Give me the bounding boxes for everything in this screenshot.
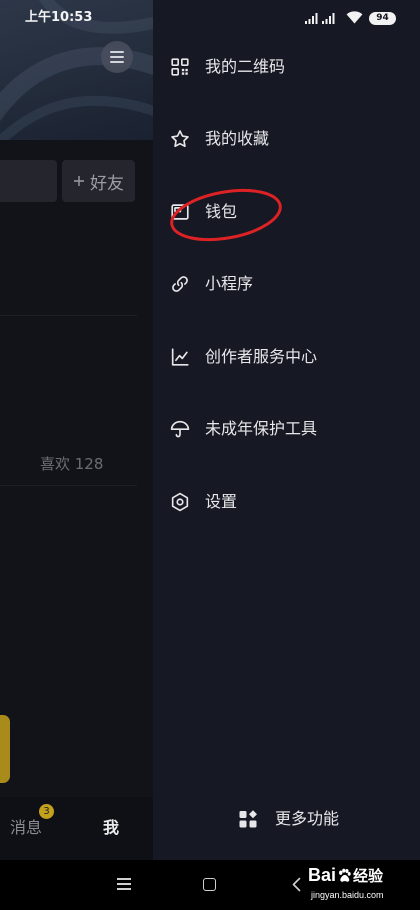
hamburger-line [110,51,124,53]
menu-item-label: 小程序 [205,274,254,293]
screen: 好友 喜欢 128 消息 3 我 我的二维码 我的收藏 钱包 小程序 创作者服务… [0,0,420,910]
signal-icon [322,13,335,24]
messages-badge: 3 [39,804,54,819]
menu-item-creator-center[interactable]: 创作者服务中心 [153,321,420,393]
link-icon [169,273,191,295]
menu-item-label: 我的收藏 [205,129,270,148]
plus-icon [74,176,84,186]
baidu-paw-icon [339,868,351,882]
qr-code-icon [169,56,191,78]
chart-icon [169,346,191,368]
divider [0,485,137,486]
settings-icon [169,491,191,513]
menu-item-label: 创作者服务中心 [205,347,318,366]
back-icon[interactable] [292,877,301,892]
recent-apps-icon[interactable] [117,878,131,890]
profile-page-underlay[interactable]: 好友 喜欢 128 消息 3 我 [0,0,153,860]
hamburger-menu-button[interactable] [101,41,133,73]
menu-item-label: 钱包 [205,202,238,221]
status-bar: 上午10:53 94 [0,0,420,36]
umbrella-icon [169,418,191,440]
bottom-navigation: 消息 3 我 [0,797,153,860]
wifi-icon [346,11,363,24]
nav-me-tab[interactable]: 我 [103,818,119,838]
menu-item-favorites[interactable]: 我的收藏 [153,103,420,175]
more-features-button[interactable]: 更多功能 [153,799,420,839]
star-icon [169,128,191,150]
hamburger-line [110,56,124,58]
menu-item-qr-code[interactable]: 我的二维码 [153,31,420,103]
edit-profile-button[interactable] [0,160,57,202]
floating-side-tab[interactable] [0,715,10,783]
menu-item-label: 我的二维码 [205,57,286,76]
more-features-label: 更多功能 [275,809,340,828]
menu-item-wallet[interactable]: 钱包 [153,176,420,248]
hamburger-line [110,61,124,63]
add-friend-label: 好友 [90,173,124,194]
status-time: 上午10:53 [25,10,93,25]
menu-item-label: 设置 [205,492,238,511]
divider [0,315,137,316]
likes-tab[interactable]: 喜欢 128 [40,454,103,474]
menu-item-mini-programs[interactable]: 小程序 [153,248,420,320]
watermark-brand-prefix: Bai [308,864,337,885]
add-friend-button[interactable]: 好友 [62,160,135,202]
menu-item-minor-protection[interactable]: 未成年保护工具 [153,393,420,465]
watermark-brand-suffix: 经验 [353,866,384,885]
side-drawer: 我的二维码 我的收藏 钱包 小程序 创作者服务中心 未成年保护工具 设置 更多功… [153,0,420,860]
baidu-jingyan-watermark: Bai 经验 jingyan.baidu.com [306,862,406,906]
home-icon[interactable] [203,878,216,891]
nav-messages-tab[interactable]: 消息 [10,818,42,838]
menu-item-label: 未成年保护工具 [205,419,318,438]
battery-indicator: 94 [369,12,396,25]
signal-icon [305,13,318,24]
watermark-brand: Bai 经验 [308,864,383,886]
menu-item-settings[interactable]: 设置 [153,466,420,538]
watermark-url: jingyan.baidu.com [311,890,384,900]
wallet-icon [169,201,191,223]
grid-more-icon [238,809,258,829]
